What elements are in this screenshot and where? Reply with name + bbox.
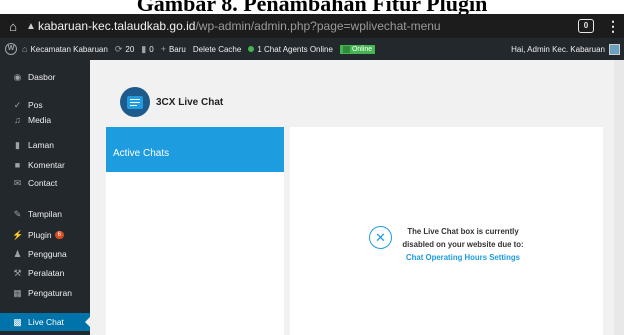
comments-count: 0 [149, 44, 154, 54]
plus-icon: + [160, 44, 166, 54]
site-name-label: Kecamatan Kabaruan [30, 44, 108, 54]
sidebar-item-label: Dasbor [28, 72, 56, 82]
update-count-badge: 6 [54, 231, 64, 239]
sidebar-item-laman[interactable]: ▮ Laman [0, 136, 90, 154]
online-dot-icon [248, 46, 255, 52]
caption-text: Gambar 8. Penambahan Fitur Plugin [136, 0, 488, 14]
mail-icon: ✉ [13, 177, 22, 188]
main-content: 3CX Live Chat Active Chats ✕ The Live Ch… [90, 60, 624, 335]
document-caption: Gambar 8. Penambahan Fitur Plugin [0, 0, 624, 14]
user-icon: ♟ [13, 248, 22, 259]
operating-hours-settings-link[interactable]: Chat Operating Hours Settings [398, 251, 528, 264]
sidebar-item-label: Live Chat [28, 317, 64, 327]
sidebar-item-contact[interactable]: ✉ Contact [0, 174, 90, 192]
agents-online-label: 1 Chat Agents Online [257, 44, 333, 54]
comment-icon: ■ [14, 160, 21, 170]
home-icon[interactable]: ⌂ [2, 19, 24, 34]
user-greeting[interactable]: Hai, Admin Kec. Kabaruan [511, 45, 605, 54]
browser-url-bar: ⌂ ▲ kabaruan-kec.talaudkab.go.id/wp-admi… [0, 14, 624, 38]
new-label: Baru [168, 44, 186, 54]
page-title: 3CX Live Chat [156, 97, 224, 108]
sidebar-item-label: Pengaturan [28, 288, 72, 298]
avatar[interactable] [609, 43, 620, 55]
sidebar-item-pengaturan[interactable]: ▦ Pengaturan [0, 284, 90, 302]
sidebar-item-label: Media [28, 115, 52, 125]
new-content-link[interactable]: + Baru [161, 44, 186, 54]
brush-icon: ✎ [13, 208, 22, 219]
sidebar-item-label: Plugin [28, 230, 52, 240]
sidebar-item-label: Komentar [28, 160, 65, 170]
url-path: /wp-admin/admin.php?page=wplivechat-menu [195, 19, 441, 33]
house-icon: ⌂ [22, 44, 28, 54]
sidebar-item-label: Tampilan [28, 209, 63, 219]
disabled-message: The Live Chat box is currently disabled … [398, 225, 528, 264]
comment-icon: ▮ [141, 43, 147, 54]
active-chats-panel: Active Chats [106, 127, 284, 335]
settings-icon: ▦ [13, 287, 22, 298]
comments-link[interactable]: ▮ 0 [141, 44, 153, 55]
page-icon: ▮ [15, 139, 20, 150]
warning-icon[interactable]: ▲ [24, 21, 38, 32]
online-status-toggle[interactable]: Online [339, 44, 376, 54]
wordpress-logo-icon[interactable]: W [5, 43, 17, 55]
sidebar-item-label: Contact [28, 178, 58, 188]
sidebar-item-label: Pos [28, 100, 43, 110]
sidebar-item-label: Pengguna [28, 249, 67, 259]
3cx-chat-logo-icon [120, 87, 150, 117]
refresh-icon: ⟳ [114, 43, 123, 54]
disabled-line-1: The Live Chat box is currently [407, 227, 519, 236]
sidebar-item-media[interactable]: ♫ Media [0, 111, 90, 129]
chat-status-panel: ✕ The Live Chat box is currently disable… [290, 127, 603, 335]
tab-switcher-button[interactable]: 0 [578, 19, 594, 33]
disabled-line-2: disabled on your website due to: [402, 240, 524, 249]
site-name-link[interactable]: ⌂ Kecamatan Kabaruan [22, 44, 108, 54]
scrollbar[interactable] [614, 60, 624, 335]
sidebar-item-dasbor[interactable]: ◉ Dasbor [0, 68, 90, 86]
wrench-icon: ⚒ [13, 267, 22, 278]
sidebar-item-pengguna[interactable]: ♟ Pengguna [0, 245, 90, 263]
media-icon: ♫ [14, 115, 21, 125]
online-label: Online [351, 45, 373, 53]
kebab-menu-icon[interactable]: ⋮ [606, 18, 620, 35]
updates-count: 20 [125, 44, 135, 54]
active-chats-header[interactable]: Active Chats [106, 127, 284, 172]
close-circle-icon: ✕ [369, 226, 392, 249]
sidebar-item-tampilan[interactable]: ✎ Tampilan [0, 205, 90, 223]
sidebar-item-live-chat[interactable]: ▩ Live Chat [0, 313, 90, 331]
sidebar-item-label: Peralatan [28, 268, 65, 278]
sidebar-item-komentar[interactable]: ■ Komentar [0, 156, 90, 174]
sidebar-item-plugin[interactable]: ⚡ Plugin 6 [0, 226, 90, 244]
agents-online-link[interactable]: 1 Chat Agents Online [248, 45, 333, 54]
admin-sidebar: ◉ Dasbor ✓ Pos ♫ Media ▮ Laman ■ Komenta… [0, 60, 90, 335]
toggle-switch-icon [342, 45, 350, 53]
sidebar-item-peralatan[interactable]: ⚒ Peralatan [0, 264, 90, 282]
pin-icon: ✓ [13, 99, 22, 110]
plugin-icon: ⚡ [12, 229, 24, 240]
wp-admin-bar: W ⌂ Kecamatan Kabaruan ⟳ 20 ▮ 0 + Baru D… [0, 38, 624, 60]
address-field[interactable]: kabaruan-kec.talaudkab.go.id/wp-admin/ad… [38, 19, 578, 33]
url-host: kabaruan-kec.talaudkab.go.id [38, 19, 196, 33]
delete-cache-link[interactable]: Delete Cache [193, 45, 241, 54]
chat-icon: ▩ [13, 316, 22, 327]
sidebar-item-label: Laman [28, 140, 54, 150]
dashboard-icon: ◉ [13, 71, 22, 82]
updates-link[interactable]: ⟳ 20 [115, 44, 134, 55]
